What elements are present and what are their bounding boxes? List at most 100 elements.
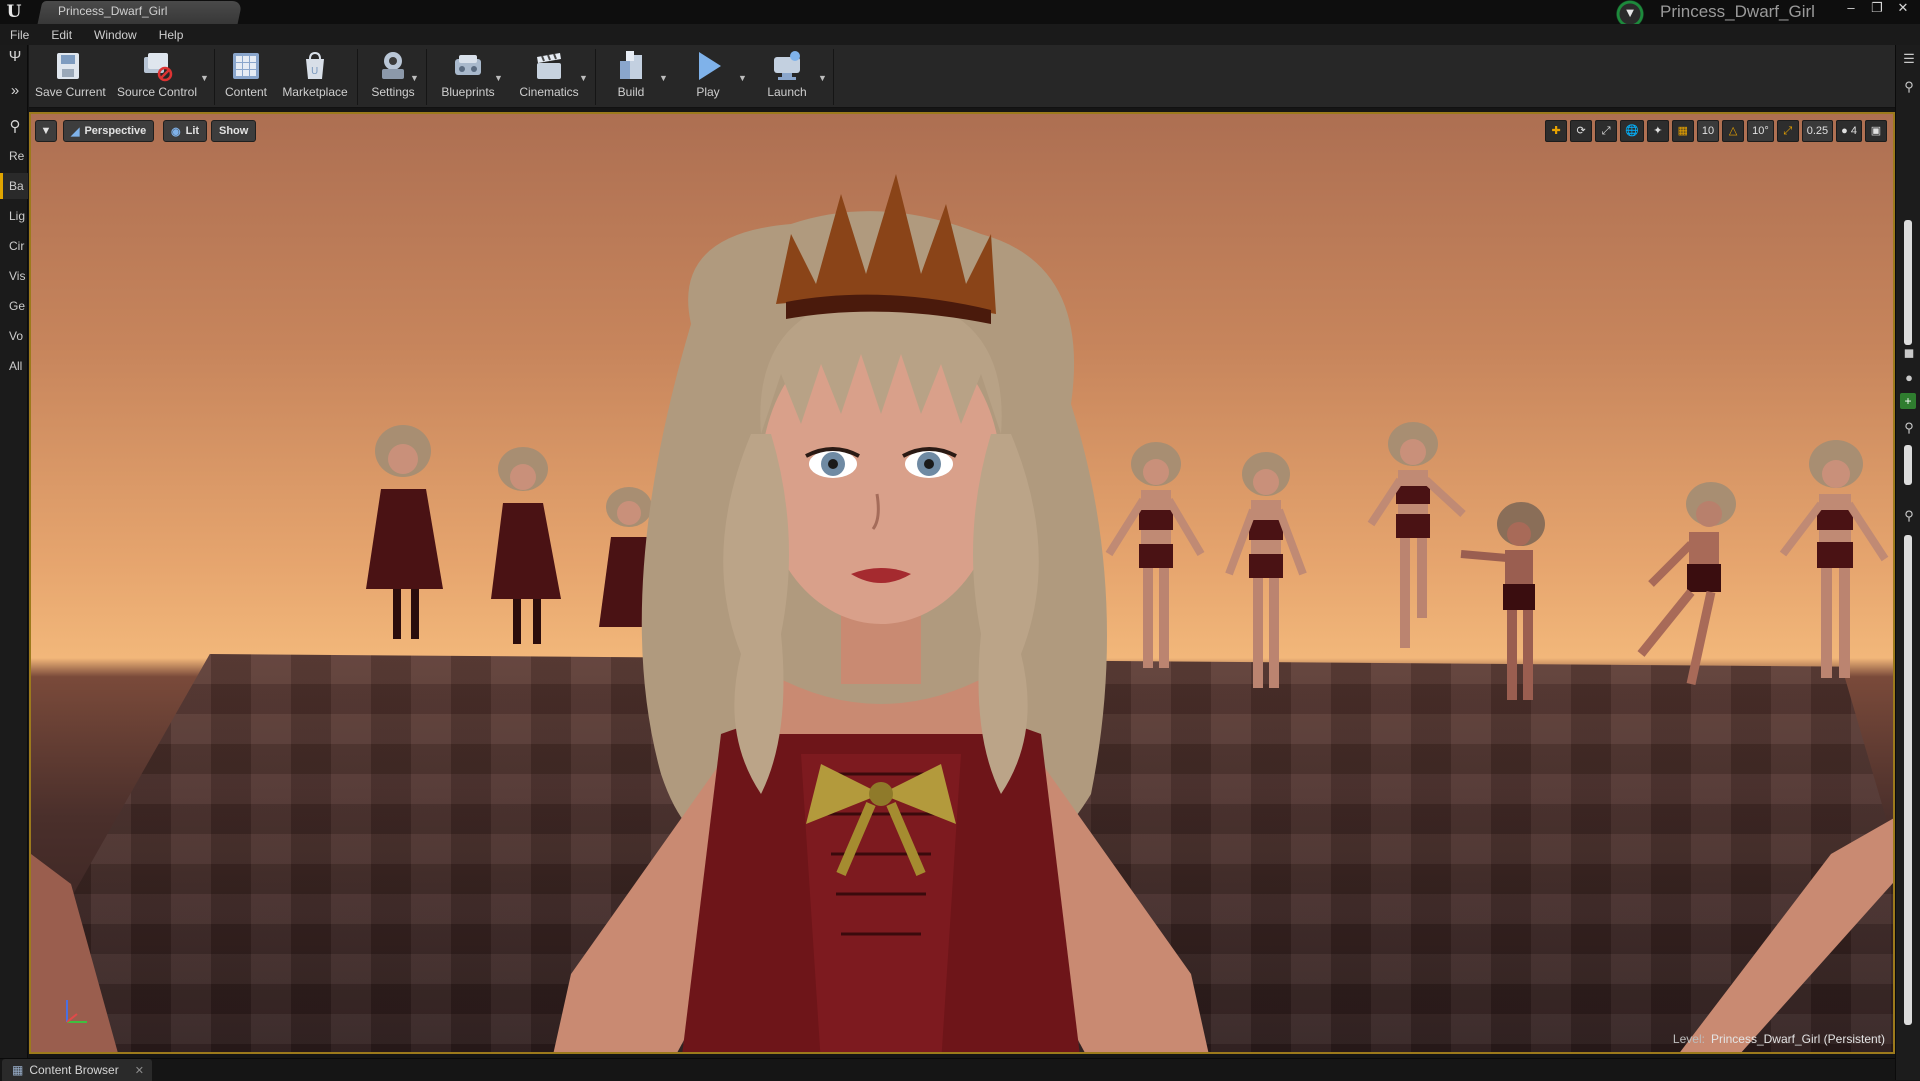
dancer-figure: [366, 425, 443, 639]
panel-tab-cinematic[interactable]: Cir: [0, 233, 28, 259]
window-controls: – ❐ ✕: [1840, 0, 1914, 18]
marketplace-icon: U: [306, 51, 324, 79]
level-viewport[interactable]: ▼ ◢ Perspective ◉ Lit Show ✚ ⟳ ⤢ 🌐 ✦ ▦ 1…: [29, 112, 1895, 1054]
document-tab-label: Princess_Dwarf_Girl: [58, 4, 168, 18]
content-button[interactable]: Content: [219, 47, 273, 105]
menu-edit[interactable]: Edit: [51, 28, 72, 42]
cinematics-button[interactable]: Cinematics: [511, 47, 587, 105]
rotate-mode-icon[interactable]: ⟳: [1570, 120, 1593, 142]
panel-tab-all-classes[interactable]: All: [0, 353, 28, 379]
dancer-figure: [1460, 502, 1545, 700]
cinematics-icon: [537, 53, 561, 79]
panel-tab-recent[interactable]: Re: [0, 143, 28, 169]
maximize-viewport-icon[interactable]: ▣: [1865, 120, 1887, 142]
camera-speed-value: 4: [1850, 125, 1857, 137]
search-icon[interactable]: ⚲: [6, 118, 24, 136]
scale-snap-value[interactable]: 0.25: [1801, 120, 1834, 142]
view-mode-button[interactable]: ◢ Perspective: [63, 120, 155, 142]
build-button[interactable]: Build: [603, 47, 659, 105]
rotation-snap-value[interactable]: 10°: [1747, 120, 1774, 142]
right-panel-strip: ☰ ⚲ ◼ ● + ⚲ ⚲: [1895, 45, 1920, 1080]
lock-icon[interactable]: ◼: [1901, 345, 1917, 361]
grid-snap-icon[interactable]: ▦: [1671, 120, 1694, 142]
details-scrollbar[interactable]: [1904, 445, 1912, 485]
panel-tab-volumes[interactable]: Vo: [0, 323, 28, 349]
marketplace-label: Marketplace: [282, 85, 348, 99]
dancer-figure: [1779, 440, 1889, 678]
blueprints-dropdown-icon[interactable]: ▼: [494, 73, 503, 83]
play-dropdown-icon[interactable]: ▼: [738, 73, 747, 83]
launch-dropdown-icon[interactable]: ▼: [818, 73, 827, 83]
panel-tab-lights[interactable]: Lig: [0, 203, 28, 229]
scale-snap-icon[interactable]: ⤢: [1776, 120, 1799, 142]
axis-gizmo-icon: [66, 1000, 87, 1023]
level-name: Princess_Dwarf_Girl (Persistent): [1710, 1032, 1885, 1046]
view-mode-label: Perspective: [84, 125, 147, 137]
outliner-scrollbar[interactable]: [1904, 220, 1912, 345]
source-control-button[interactable]: Source Control: [115, 47, 199, 105]
details-scrollbar[interactable]: [1904, 535, 1912, 1025]
scale-mode-icon[interactable]: ⤢: [1595, 120, 1618, 142]
toggle-icon[interactable]: ●: [1901, 370, 1917, 386]
translate-mode-icon[interactable]: ✚: [1545, 120, 1568, 142]
svg-text:U: U: [311, 66, 318, 77]
close-icon[interactable]: ✕: [1892, 0, 1914, 18]
search-icon[interactable]: ⚲: [1901, 79, 1917, 95]
panel-tab-basic[interactable]: Ba: [0, 173, 28, 199]
lighting-mode-button[interactable]: ◉ Lit: [163, 120, 208, 142]
save-current-button[interactable]: Save Current: [35, 47, 106, 105]
content-browser-icon: ▦: [12, 1063, 24, 1077]
menu-window[interactable]: Window: [94, 28, 137, 42]
project-name: Princess_Dwarf_Girl: [1660, 2, 1815, 21]
settings-label: Settings: [371, 85, 415, 99]
settings-dropdown-icon[interactable]: ▼: [410, 73, 419, 83]
launch-icon: [774, 51, 800, 80]
show-flags-button[interactable]: Show: [211, 120, 257, 142]
launch-button[interactable]: Launch: [757, 47, 817, 105]
panel-tab-geometry[interactable]: Ge: [0, 293, 28, 319]
perspective-icon: ◢: [71, 125, 80, 138]
content-browser-tab[interactable]: ▦ Content Browser ✕: [2, 1059, 152, 1081]
foreground-arm-figure: [1680, 818, 1893, 1052]
menu-help[interactable]: Help: [159, 28, 184, 42]
source-control-status-icon: ▼: [1623, 5, 1637, 20]
marketplace-button[interactable]: U Marketplace: [279, 47, 351, 105]
panel-tab-visual[interactable]: Vis: [0, 263, 28, 289]
grid-snap-value[interactable]: 10: [1696, 120, 1720, 142]
panel-icon[interactable]: ☰: [1901, 51, 1917, 67]
play-button[interactable]: Play: [683, 47, 733, 105]
menu-file[interactable]: File: [10, 28, 29, 42]
toolbar-separator: [833, 49, 834, 105]
princess-character: [553, 174, 1209, 1052]
source-control-dropdown-icon[interactable]: ▼: [200, 73, 209, 83]
viewport-options-button[interactable]: ▼: [35, 120, 57, 142]
coordinate-system-icon[interactable]: 🌐: [1620, 120, 1644, 142]
close-tab-icon[interactable]: ✕: [135, 1064, 144, 1077]
blueprints-label: Blueprints: [441, 85, 495, 99]
minimize-icon[interactable]: –: [1840, 0, 1862, 18]
main-toolbar: Save Current Source Control ▼ Content U …: [29, 45, 1895, 108]
source-control-icon: [144, 53, 173, 82]
show-flags-label: Show: [219, 125, 249, 137]
mode-icon[interactable]: Ψ: [6, 48, 24, 66]
maximize-icon[interactable]: ❐: [1866, 0, 1888, 18]
left-panel: Ψ » ⚲ Re Ba Lig Cir Vis Ge Vo All: [0, 45, 28, 1058]
dancer-figure: [1225, 452, 1307, 688]
search-icon[interactable]: ⚲: [1901, 420, 1917, 436]
blueprints-button[interactable]: Blueprints: [433, 47, 503, 105]
launch-label: Launch: [767, 85, 807, 99]
search-icon[interactable]: ⚲: [1901, 508, 1917, 524]
rotation-snap-icon[interactable]: △: [1722, 120, 1745, 142]
cinematics-label: Cinematics: [519, 85, 579, 99]
add-component-icon[interactable]: +: [1900, 393, 1916, 409]
surface-snap-icon[interactable]: ✦: [1646, 120, 1669, 142]
build-label: Build: [617, 85, 645, 99]
build-dropdown-icon[interactable]: ▼: [659, 73, 668, 83]
expand-panel-icon[interactable]: »: [6, 82, 24, 100]
cinematics-dropdown-icon[interactable]: ▼: [579, 73, 588, 83]
level-label: Level:: [1672, 1032, 1705, 1046]
lit-icon: ◉: [171, 125, 181, 138]
blueprints-icon: [455, 55, 481, 75]
camera-speed-button[interactable]: ● 4: [1836, 120, 1862, 142]
content-browser-label: Content Browser: [29, 1063, 119, 1077]
